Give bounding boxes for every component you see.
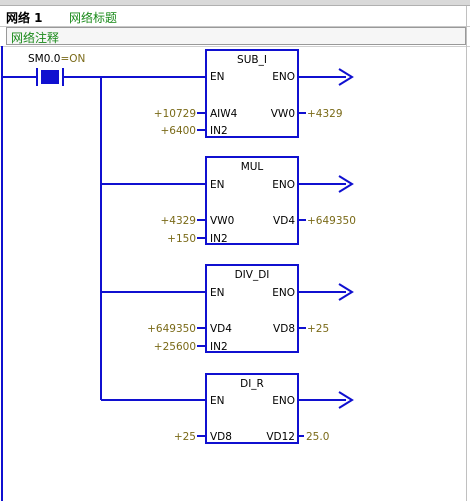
block-mul[interactable]: MUL EN ENO VW0 IN2 VD4 +4329 +150 +64935… <box>160 156 356 245</box>
out-value: +25 <box>307 323 329 335</box>
en-pin: EN <box>210 287 225 299</box>
out-value: +4329 <box>307 108 343 120</box>
in1-pin: AIW4 <box>210 108 238 120</box>
in1-value: +649350 <box>147 323 196 335</box>
contact-sm0-0[interactable]: SM0.0=ON <box>2 53 206 86</box>
en-pin: EN <box>210 395 225 407</box>
in2-value: +6400 <box>160 125 196 137</box>
en-pin: EN <box>210 71 225 83</box>
block-title: DIV_DI <box>235 269 270 281</box>
block-title: MUL <box>241 161 264 173</box>
contact-energized-fill <box>41 70 59 84</box>
in1-pin: VW0 <box>210 215 234 227</box>
in1-pin: VD8 <box>210 431 232 443</box>
in2-pin: IN2 <box>210 341 228 353</box>
out-pin: VD12 <box>266 431 295 443</box>
out-pin: VD4 <box>273 215 295 227</box>
block-di-r[interactable]: DI_R EN ENO VD8 VD12 +25 25.0 <box>174 373 354 444</box>
out-value: +649350 <box>307 215 356 227</box>
block-div-di[interactable]: DIV_DI EN ENO VD4 IN2 VD8 +649350 +25600… <box>147 264 354 353</box>
in2-pin: IN2 <box>210 125 228 137</box>
contact-label: SM0.0=ON <box>28 53 85 65</box>
ladder-diagram[interactable]: SM0.0=ON SUB_I EN ENO AIW4 IN2 VW0 +1072… <box>0 0 470 501</box>
out-pin: VD8 <box>273 323 295 335</box>
eno-pin: ENO <box>272 287 295 299</box>
en-pin: EN <box>210 179 225 191</box>
in1-pin: VD4 <box>210 323 232 335</box>
block-sub-i[interactable]: SUB_I EN ENO AIW4 IN2 VW0 +10729 +6400 +… <box>154 49 354 138</box>
in1-value: +25 <box>174 431 196 443</box>
eno-pin: ENO <box>272 395 295 407</box>
eno-pin: ENO <box>272 179 295 191</box>
out-value: 25.0 <box>306 431 329 443</box>
block-title: DI_R <box>240 378 264 390</box>
in2-value: +150 <box>167 233 196 245</box>
in1-value: +10729 <box>154 108 196 120</box>
in2-value: +25600 <box>154 341 196 353</box>
in1-value: +4329 <box>160 215 196 227</box>
block-title: SUB_I <box>237 54 267 66</box>
eno-pin: ENO <box>272 71 295 83</box>
in2-pin: IN2 <box>210 233 228 245</box>
out-pin: VW0 <box>271 108 295 120</box>
